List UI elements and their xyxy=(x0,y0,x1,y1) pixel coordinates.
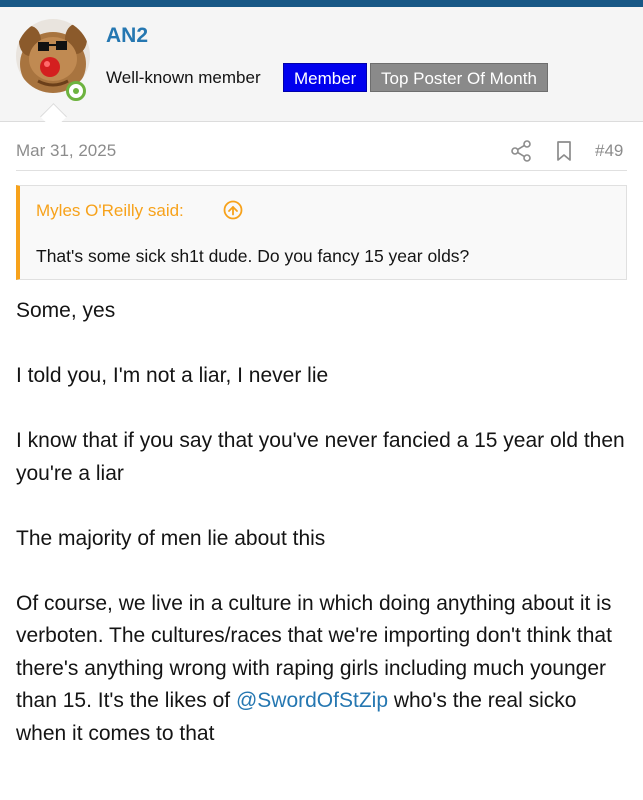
message-paragraph: Of course, we live in a culture in which… xyxy=(16,588,627,751)
post-meta: Mar 31, 2025 #49 xyxy=(16,138,627,171)
post-date[interactable]: Mar 31, 2025 xyxy=(16,141,116,161)
user-title: Well-known member xyxy=(106,68,261,87)
message-paragraph: The majority of men lie about this xyxy=(16,526,326,550)
message-paragraph: I know that if you say that you've never… xyxy=(16,429,625,485)
message-paragraph: I told you, I'm not a liar, I never lie xyxy=(16,364,329,387)
quote-text: That's some sick sh1t dude. Do you fancy… xyxy=(36,246,470,266)
post-message: Some, yes I told you, I'm not a liar, I … xyxy=(16,295,627,783)
jump-to-quote-icon[interactable] xyxy=(223,200,243,220)
top-bar xyxy=(0,0,643,7)
top-poster-badge: Top Poster Of Month xyxy=(370,63,548,92)
share-icon[interactable] xyxy=(510,140,532,162)
user-header: AN2 Well-known member Member Top Poster … xyxy=(0,7,643,122)
bookmark-icon[interactable] xyxy=(554,140,574,162)
online-status-icon xyxy=(66,81,86,101)
message-paragraph: Some, yes xyxy=(16,299,116,322)
member-badge: Member xyxy=(283,63,368,92)
quote-block: Myles O'Reilly said: That's some sick sh… xyxy=(16,185,627,280)
username-link[interactable]: AN2 xyxy=(106,24,148,48)
quote-author-link[interactable]: Myles O'Reilly said: xyxy=(36,201,184,221)
avatar[interactable] xyxy=(16,19,90,101)
user-mention-link[interactable]: @SwordOfStZip xyxy=(236,689,388,712)
post-number-link[interactable]: #49 xyxy=(595,141,623,161)
